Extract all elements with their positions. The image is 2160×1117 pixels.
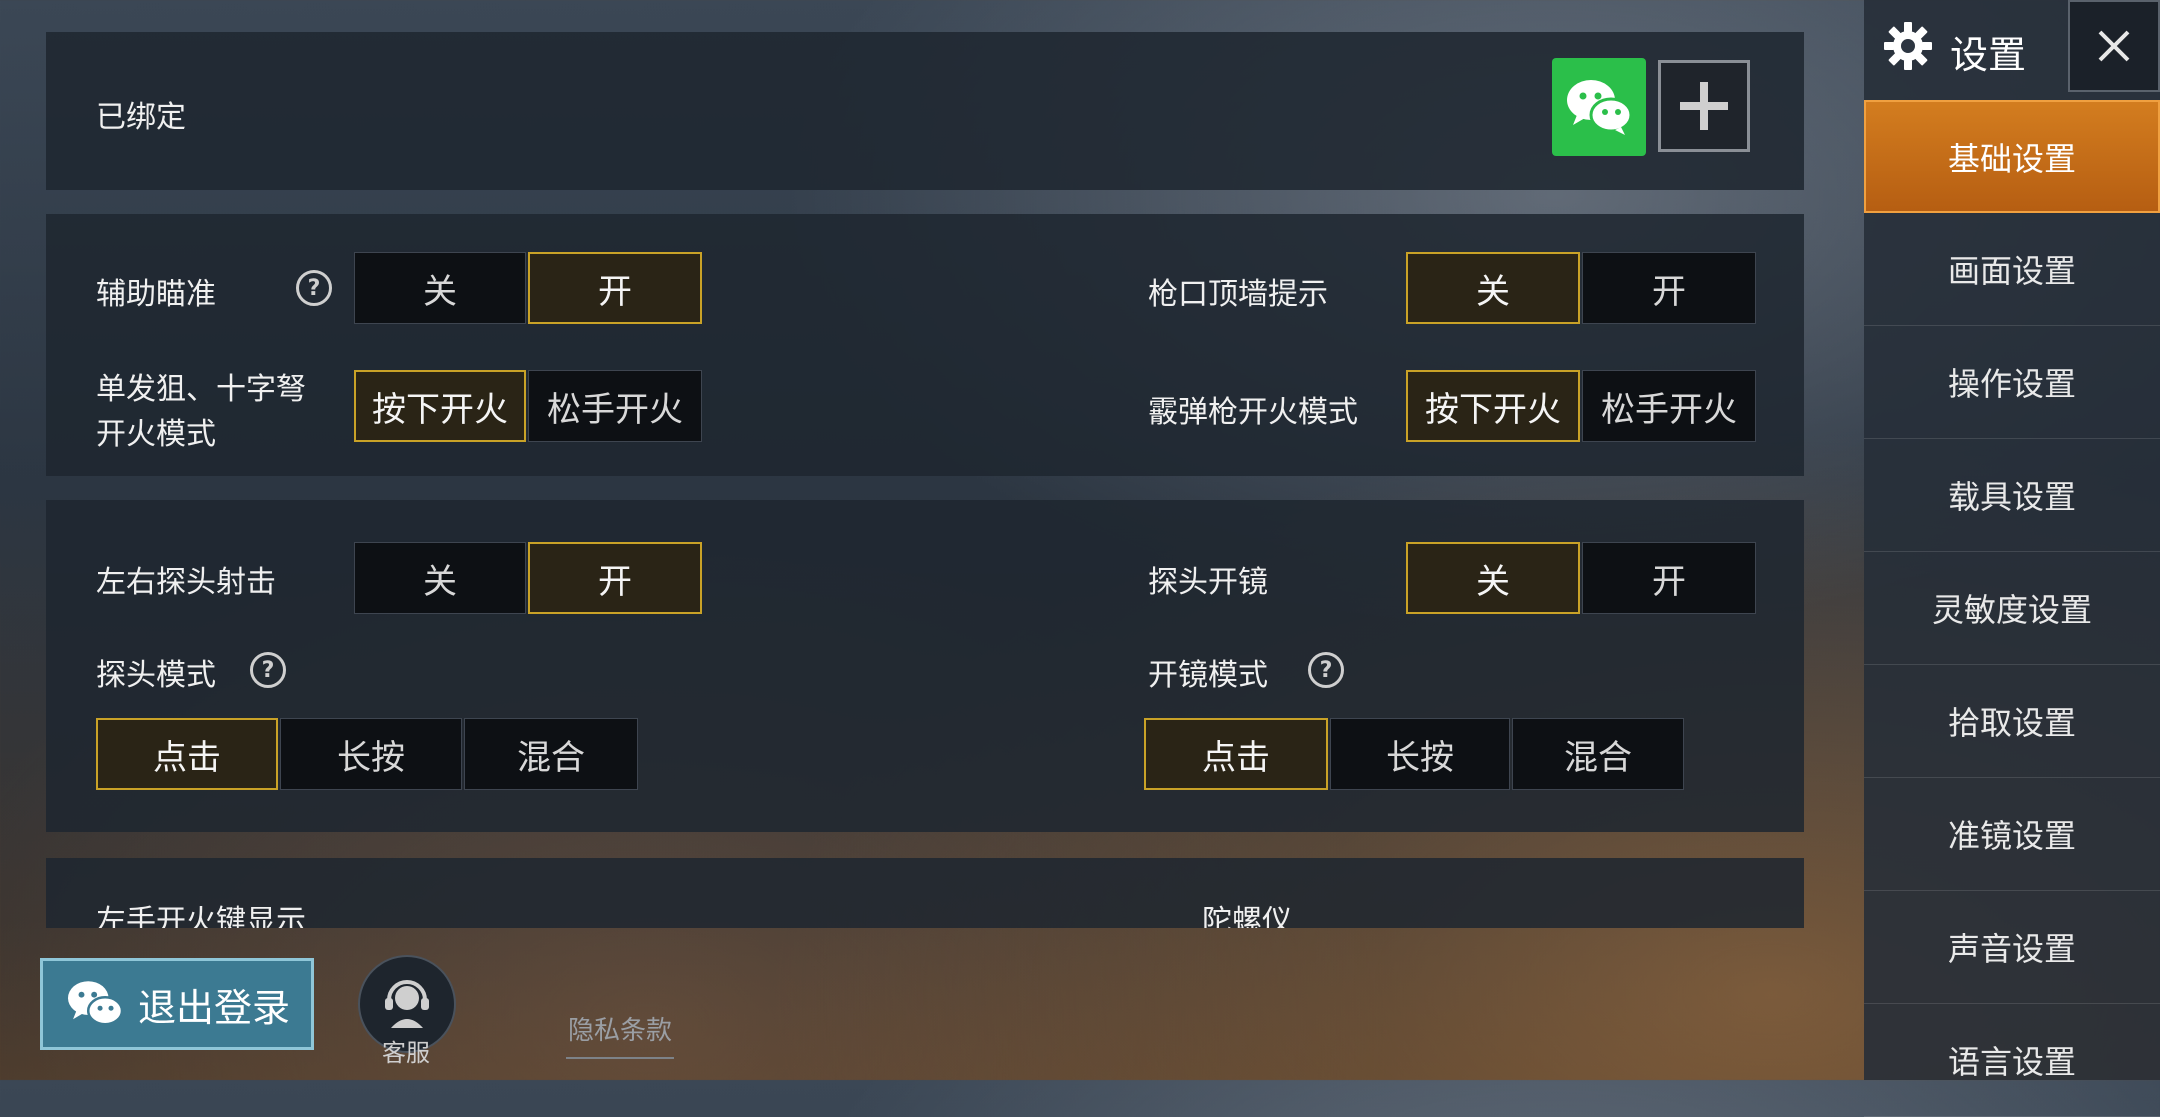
gyroscope-label: 陀螺仪 bbox=[1202, 904, 1292, 928]
muzzle-wall-on[interactable]: 开 bbox=[1582, 252, 1756, 324]
lean-mode-hold[interactable]: 长按 bbox=[280, 718, 462, 790]
customer-service-button[interactable]: 客服 bbox=[356, 955, 456, 1067]
bound-label: 已绑定 bbox=[96, 100, 186, 135]
sniper-mode-label-line1: 单发狙、十字弩 bbox=[96, 372, 306, 407]
aim-assist-on[interactable]: 开 bbox=[528, 252, 702, 324]
aim-assist-off[interactable]: 关 bbox=[354, 252, 526, 324]
account-binding-panel: 已绑定 bbox=[46, 32, 1804, 190]
close-icon bbox=[2098, 30, 2130, 62]
lean-settings-panel: 左右探头射击 关 开 探头开镜 关 开 探头模式 ? 点击 长按 混合 开镜模式… bbox=[46, 500, 1804, 832]
scope-mode-hold[interactable]: 长按 bbox=[1330, 718, 1510, 790]
settings-sidebar: 设置 基础设置 画面设置 操作设置 载具设置 灵敏度设置 拾取设置 准镜设置 声… bbox=[1864, 0, 2160, 1117]
lean-mode-selector: 点击 长按 混合 bbox=[96, 718, 640, 790]
lean-mode-mixed[interactable]: 混合 bbox=[464, 718, 638, 790]
muzzle-wall-label: 枪口顶墙提示 bbox=[1148, 277, 1328, 312]
scope-mode-selector: 点击 长按 混合 bbox=[1144, 718, 1686, 790]
shotgun-mode-toggle: 按下开火 松手开火 bbox=[1406, 370, 1758, 442]
nav-graphics-settings[interactable]: 画面设置 bbox=[1864, 213, 2160, 326]
lean-fire-off[interactable]: 关 bbox=[354, 542, 526, 614]
plus-icon bbox=[1680, 82, 1728, 130]
lean-scope-on[interactable]: 开 bbox=[1582, 542, 1756, 614]
sniper-release-fire[interactable]: 松手开火 bbox=[528, 370, 702, 442]
scope-mode-mixed[interactable]: 混合 bbox=[1512, 718, 1684, 790]
left-fire-button-label: 左手开火键显示 bbox=[96, 904, 306, 928]
sniper-press-fire[interactable]: 按下开火 bbox=[354, 370, 526, 442]
sniper-mode-label-line2: 开火模式 bbox=[96, 417, 216, 452]
nav-basic-settings[interactable]: 基础设置 bbox=[1864, 100, 2160, 213]
fire-settings-panel: 辅助瞄准 ? 关 开 枪口顶墙提示 关 开 单发狙、十字弩 开火模式 按下开火 … bbox=[46, 214, 1804, 476]
lean-mode-help-icon[interactable]: ? bbox=[250, 652, 286, 688]
logout-button[interactable]: 退出登录 bbox=[40, 958, 314, 1050]
lean-scope-off[interactable]: 关 bbox=[1406, 542, 1580, 614]
wechat-icon bbox=[1567, 80, 1633, 135]
lean-fire-on[interactable]: 开 bbox=[528, 542, 702, 614]
sniper-mode-toggle: 按下开火 松手开火 bbox=[354, 370, 704, 442]
wechat-icon bbox=[67, 981, 124, 1026]
settings-nav: 基础设置 画面设置 操作设置 载具设置 灵敏度设置 拾取设置 准镜设置 声音设置… bbox=[1864, 100, 2160, 1117]
add-account-button[interactable] bbox=[1658, 60, 1750, 152]
nav-scope-settings[interactable]: 准镜设置 bbox=[1864, 778, 2160, 891]
nav-language-settings[interactable]: 语言设置 bbox=[1864, 1004, 2160, 1117]
muzzle-wall-off[interactable]: 关 bbox=[1406, 252, 1580, 324]
lean-scope-toggle: 关 开 bbox=[1406, 542, 1758, 614]
nav-audio-settings[interactable]: 声音设置 bbox=[1864, 891, 2160, 1004]
aim-assist-help-icon[interactable]: ? bbox=[296, 270, 332, 306]
privacy-link[interactable]: 隐私条款 bbox=[566, 1010, 674, 1059]
shotgun-release-fire[interactable]: 松手开火 bbox=[1582, 370, 1756, 442]
settings-title: 设置 bbox=[1950, 33, 2027, 77]
nav-vehicle-settings[interactable]: 载具设置 bbox=[1864, 439, 2160, 552]
wechat-bound-button[interactable] bbox=[1552, 58, 1646, 156]
aim-assist-label: 辅助瞄准 bbox=[96, 277, 216, 312]
logout-label: 退出登录 bbox=[137, 985, 290, 1030]
nav-controls-settings[interactable]: 操作设置 bbox=[1864, 326, 2160, 439]
lean-fire-label: 左右探头射击 bbox=[96, 565, 276, 600]
lean-scope-label: 探头开镜 bbox=[1148, 565, 1268, 600]
shotgun-press-fire[interactable]: 按下开火 bbox=[1406, 370, 1580, 442]
muzzle-wall-toggle: 关 开 bbox=[1406, 252, 1758, 324]
shotgun-mode-label: 霰弹枪开火模式 bbox=[1148, 395, 1358, 430]
scope-mode-help-icon[interactable]: ? bbox=[1308, 652, 1344, 688]
gear-icon bbox=[1884, 22, 1932, 70]
scope-mode-tap[interactable]: 点击 bbox=[1144, 718, 1328, 790]
settings-header: 设置 bbox=[1864, 0, 2160, 98]
lean-mode-label: 探头模式 bbox=[96, 658, 216, 693]
lean-fire-toggle: 关 开 bbox=[354, 542, 704, 614]
customer-service-label: 客服 bbox=[382, 1039, 430, 1067]
nav-pickup-settings[interactable]: 拾取设置 bbox=[1864, 665, 2160, 778]
lean-mode-tap[interactable]: 点击 bbox=[96, 718, 278, 790]
close-button[interactable] bbox=[2068, 0, 2160, 92]
misc-settings-panel: 左手开火键显示 陀螺仪 bbox=[46, 858, 1804, 928]
aim-assist-toggle: 关 开 bbox=[354, 252, 704, 324]
scope-mode-label: 开镜模式 bbox=[1148, 658, 1268, 693]
nav-sensitivity-settings[interactable]: 灵敏度设置 bbox=[1864, 552, 2160, 665]
